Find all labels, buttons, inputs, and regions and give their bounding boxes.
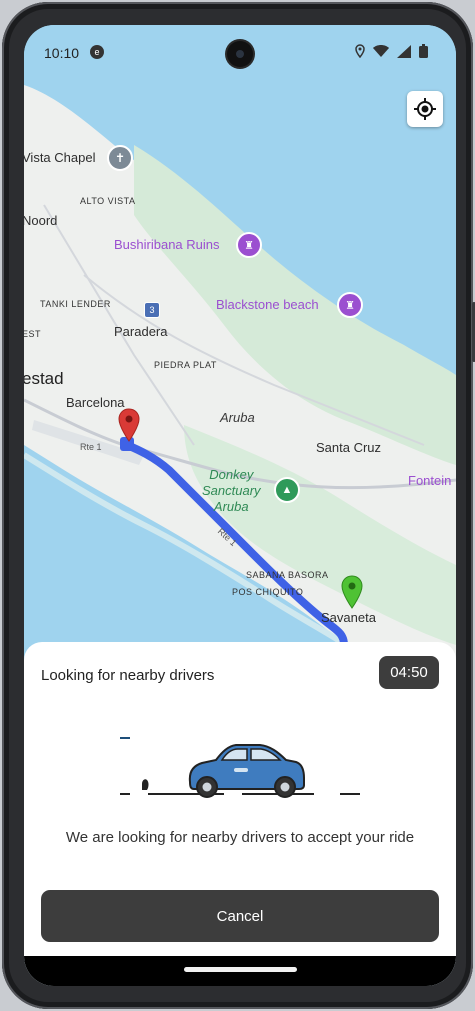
landmark-icon: ♜ bbox=[236, 232, 262, 258]
map-canvas bbox=[24, 25, 456, 665]
map-label: POS CHIQUITO bbox=[232, 587, 304, 597]
car-illustration bbox=[120, 737, 360, 798]
status-bar: 10:10 e bbox=[24, 25, 456, 77]
map-label: Savaneta bbox=[321, 610, 376, 625]
map-label: EST bbox=[24, 329, 42, 339]
map-label: Noord bbox=[24, 213, 58, 228]
phone-screen: Vista Chapel ✝ ALTO VISTA Noord Bushirib… bbox=[24, 25, 456, 986]
map-view[interactable]: Vista Chapel ✝ ALTO VISTA Noord Bushirib… bbox=[24, 25, 456, 665]
signal-icon bbox=[397, 44, 411, 58]
phone-frame: Vista Chapel ✝ ALTO VISTA Noord Bushirib… bbox=[2, 2, 475, 1009]
sheet-title: Looking for nearby drivers bbox=[41, 667, 215, 684]
bottom-sheet: Looking for nearby drivers 04:50 We are … bbox=[24, 642, 456, 986]
landmark-icon: ♜ bbox=[337, 292, 363, 318]
map-label: Barcelona bbox=[66, 395, 125, 410]
status-time: 10:10 bbox=[44, 45, 80, 61]
status-icons bbox=[355, 44, 428, 58]
park-label-line: Donkey bbox=[209, 467, 254, 482]
map-label: estad bbox=[24, 369, 64, 388]
map-label: Blackstone beach bbox=[216, 297, 319, 312]
park-label-line: Sanctuary bbox=[202, 483, 261, 498]
front-camera bbox=[227, 41, 253, 67]
map-label: TANKI LENDER bbox=[40, 299, 111, 309]
map-label: Fontein bbox=[408, 473, 452, 488]
my-location-button[interactable] bbox=[407, 91, 443, 127]
church-icon: ✝ bbox=[107, 145, 133, 171]
map-label: Paradera bbox=[114, 324, 168, 339]
app-notification-icon: e bbox=[90, 45, 104, 59]
map-label: Bushiribana Ruins bbox=[114, 237, 220, 252]
map-label: Santa Cruz bbox=[316, 440, 382, 455]
location-icon bbox=[355, 44, 365, 58]
countdown-timer: 04:50 bbox=[379, 656, 439, 689]
map-label: ALTO VISTA bbox=[80, 196, 136, 206]
map-label: Vista Chapel bbox=[24, 150, 96, 165]
map-label: Aruba bbox=[220, 410, 255, 425]
park-label-line: Aruba bbox=[213, 499, 249, 514]
wifi-icon bbox=[373, 45, 389, 57]
crosshair-icon bbox=[414, 98, 436, 120]
map-label: SABANA BASORA bbox=[246, 570, 329, 580]
status-message: We are looking for nearby drivers to acc… bbox=[65, 829, 415, 846]
origin-pin-icon bbox=[118, 408, 140, 442]
park-icon: ▲ bbox=[274, 477, 300, 503]
route-shield-badge: 3 bbox=[144, 302, 160, 318]
map-label: Donkey Sanctuary Aruba bbox=[202, 467, 261, 515]
home-indicator[interactable] bbox=[184, 967, 297, 972]
destination-pin-icon bbox=[341, 575, 363, 609]
road-label: Rte 1 bbox=[80, 442, 102, 452]
battery-icon bbox=[419, 44, 428, 58]
cancel-button[interactable]: Cancel bbox=[41, 890, 439, 942]
map-label: PIEDRA PLAT bbox=[154, 360, 217, 370]
